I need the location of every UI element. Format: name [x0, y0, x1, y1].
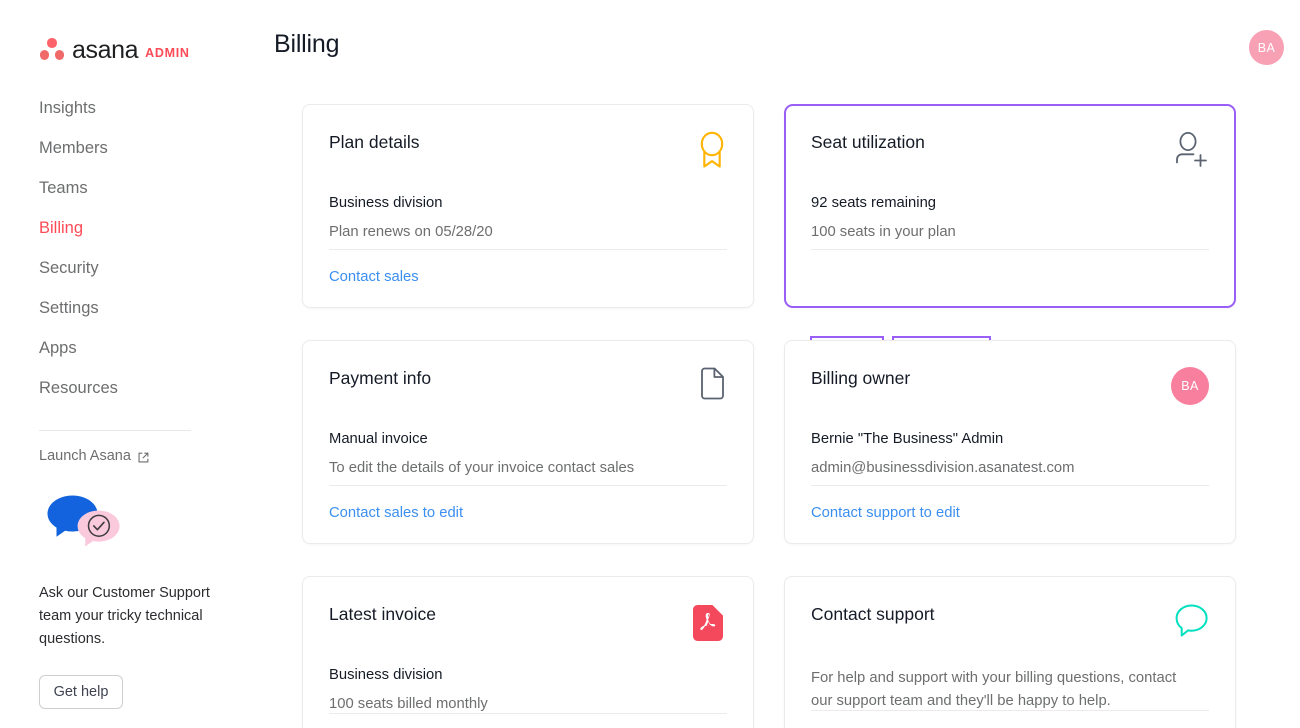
- document-page-icon: [687, 367, 727, 409]
- card-billing-owner: Billing owner BA Bernie "The Business" A…: [784, 340, 1236, 544]
- card-header: Payment info: [329, 367, 727, 409]
- card-payment-info: Payment info Manual invoice To edit the …: [302, 340, 754, 544]
- sidebar-item-resources[interactable]: Resources: [0, 368, 272, 408]
- get-help-button[interactable]: Get help: [39, 675, 123, 709]
- pdf-file-icon: [687, 603, 727, 645]
- add-person-icon: [1169, 131, 1209, 173]
- brand-logo[interactable]: asana ADMIN: [0, 0, 272, 62]
- seats-in-plan: 100 seats in your plan: [811, 222, 1209, 242]
- card-seat-utilization: Seat utilization 92 seats remaining 100 …: [784, 104, 1236, 308]
- main-content: Billing BA Plan details Business divisio…: [272, 0, 1300, 728]
- launch-asana-label: Launch Asana: [39, 448, 131, 464]
- billing-cards-grid: Plan details Business division Plan rene…: [302, 104, 1264, 728]
- card-divider: [811, 710, 1209, 711]
- sidebar-item-members[interactable]: Members: [0, 128, 272, 168]
- support-copy: Ask our Customer Support team your trick…: [39, 582, 217, 651]
- sidebar-item-insights[interactable]: Insights: [0, 88, 272, 128]
- card-header: Billing owner BA: [811, 367, 1209, 409]
- card-plan-details: Plan details Business division Plan rene…: [302, 104, 754, 308]
- award-ribbon-icon: [687, 131, 727, 173]
- card-divider: [329, 713, 727, 714]
- sidebar: asana ADMIN Insights Members Teams Billi…: [0, 0, 272, 728]
- card-title: Billing owner: [811, 367, 910, 389]
- card-divider: [329, 485, 727, 486]
- brand-wordmark: asana: [72, 38, 138, 63]
- card-title: Seat utilization: [811, 131, 925, 153]
- support-body-text: For help and support with your billing q…: [811, 667, 1186, 713]
- sidebar-item-teams[interactable]: Teams: [0, 168, 272, 208]
- sidebar-item-security[interactable]: Security: [0, 248, 272, 288]
- card-title: Payment info: [329, 367, 431, 389]
- plan-renewal-date: Plan renews on 05/28/20: [329, 222, 727, 242]
- card-latest-invoice: Latest invoice Business division 100 sea…: [302, 576, 754, 728]
- topbar-avatar[interactable]: BA: [1249, 30, 1284, 65]
- external-link-icon: [137, 451, 150, 464]
- payment-note: To edit the details of your invoice cont…: [329, 458, 727, 478]
- sidebar-item-apps[interactable]: Apps: [0, 328, 272, 368]
- page-title: Billing: [274, 30, 339, 59]
- card-header: Latest invoice: [329, 603, 727, 645]
- seats-remaining: 92 seats remaining: [811, 193, 1209, 213]
- plan-name: Business division: [329, 193, 727, 213]
- avatar-initials: BA: [1171, 367, 1209, 405]
- card-divider: [329, 249, 727, 250]
- contact-sales-to-edit-link[interactable]: Contact sales to edit: [329, 503, 463, 523]
- card-contact-support: Contact support For help and support wit…: [784, 576, 1236, 728]
- launch-asana-link[interactable]: Launch Asana: [0, 431, 272, 464]
- card-title: Plan details: [329, 131, 419, 153]
- owner-email: admin@businessdivision.asanatest.com: [811, 458, 1209, 478]
- owner-avatar: BA: [1169, 367, 1209, 409]
- contact-support-to-edit-link[interactable]: Contact support to edit: [811, 503, 960, 523]
- owner-name: Bernie "The Business" Admin: [811, 429, 1209, 449]
- admin-billing-page: asana ADMIN Insights Members Teams Billi…: [0, 0, 1300, 728]
- sidebar-item-settings[interactable]: Settings: [0, 288, 272, 328]
- card-divider: [811, 249, 1209, 250]
- sidebar-nav: Insights Members Teams Billing Security …: [0, 88, 272, 408]
- card-header: Contact support: [811, 603, 1209, 645]
- speech-bubble-icon: [1169, 603, 1209, 645]
- brand-admin-tag: ADMIN: [145, 47, 189, 60]
- card-title: Contact support: [811, 603, 935, 625]
- contact-sales-link[interactable]: Contact sales: [329, 267, 419, 287]
- asana-logo-icon: [39, 38, 65, 62]
- speech-bubbles-check-icon: [42, 492, 128, 552]
- payment-method: Manual invoice: [329, 429, 727, 449]
- card-header: Plan details: [329, 131, 727, 173]
- invoice-plan-name: Business division: [329, 665, 727, 685]
- invoice-seats: 100 seats billed monthly: [329, 694, 727, 714]
- card-title: Latest invoice: [329, 603, 436, 625]
- card-divider: [811, 485, 1209, 486]
- card-header: Seat utilization: [811, 131, 1209, 173]
- sidebar-item-billing[interactable]: Billing: [0, 208, 272, 248]
